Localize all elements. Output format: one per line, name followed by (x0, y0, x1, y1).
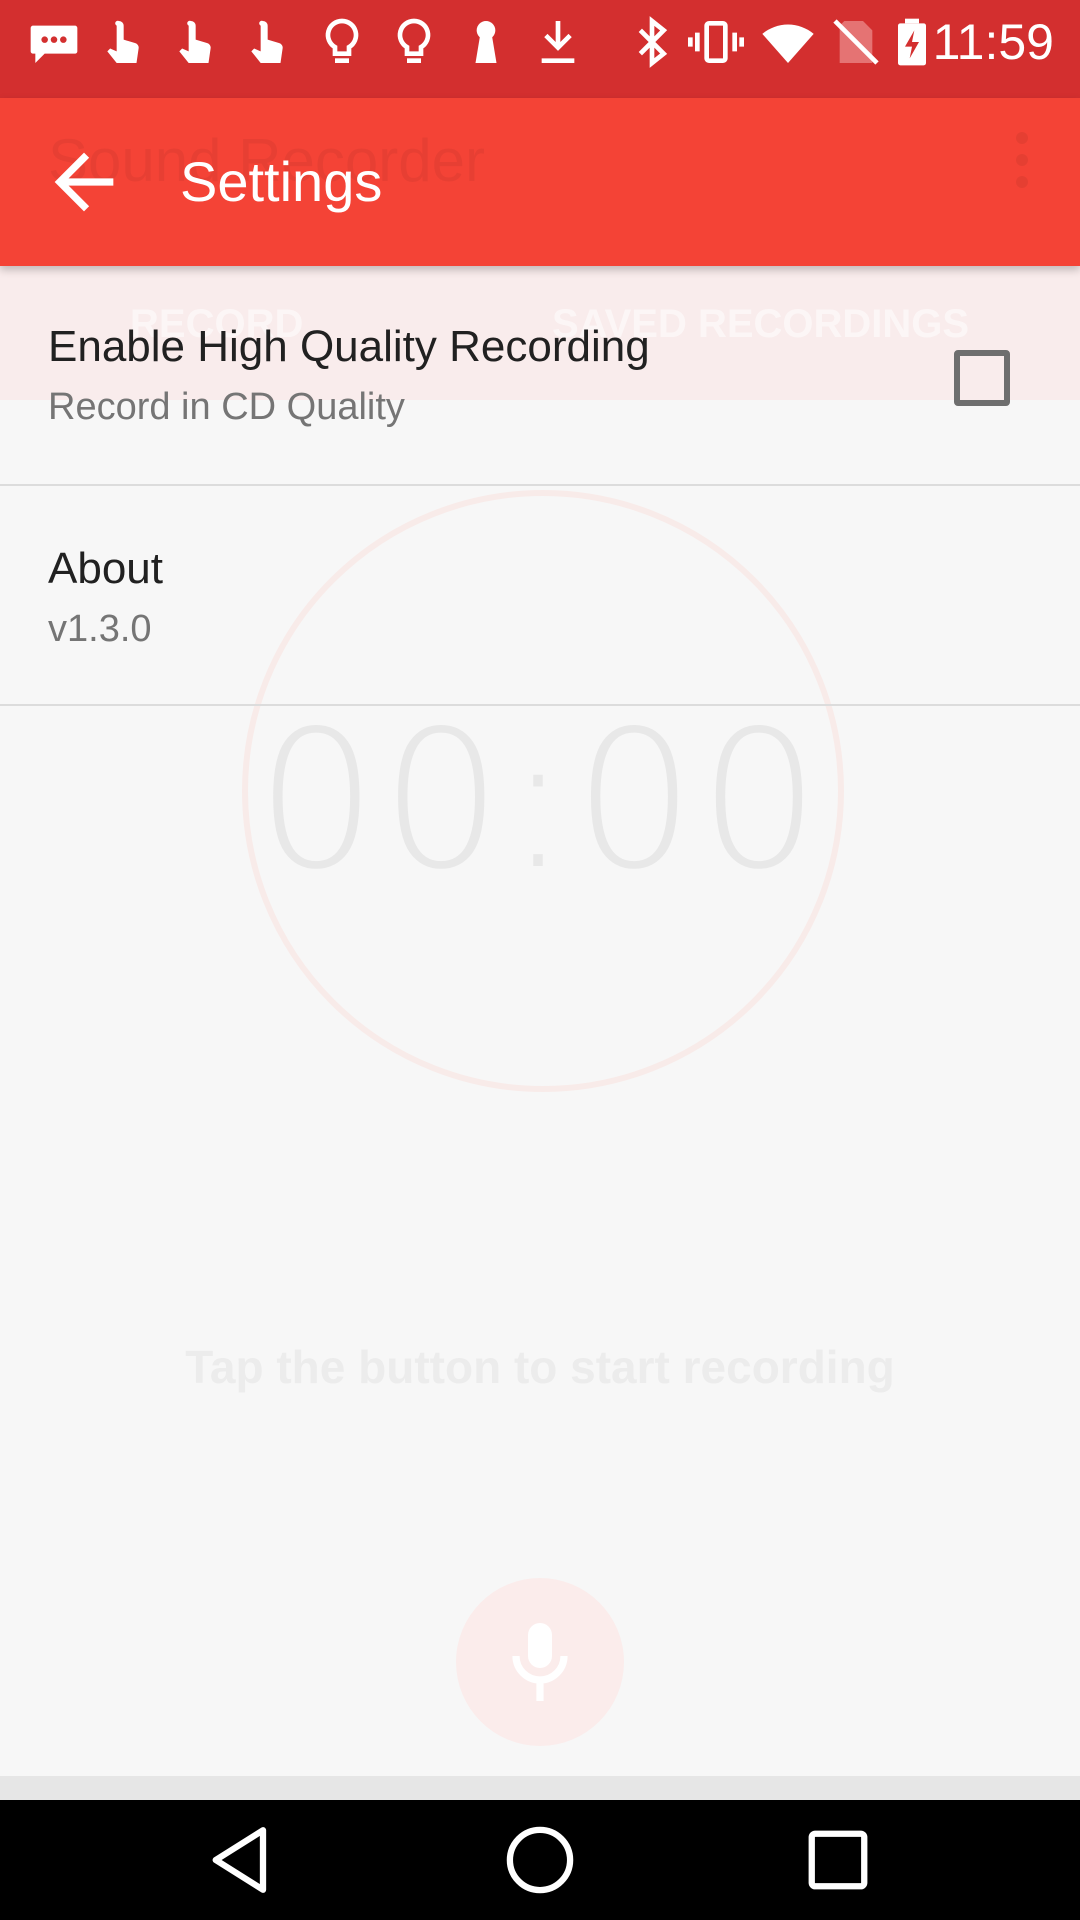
status-bar-clock: 11:59 (932, 14, 1054, 70)
pref-high-quality-title: Enable High Quality Recording (48, 322, 650, 371)
app-toolbar: Sound Recorder Settings (0, 98, 1080, 266)
touch-app-icon (98, 14, 154, 70)
square-recents-icon (808, 1830, 868, 1890)
navigation-bar (0, 1800, 1080, 1920)
pref-about[interactable]: About v1.3.0 (0, 486, 1080, 704)
pref-high-quality-recording[interactable]: Enable High Quality Recording Record in … (0, 266, 1080, 484)
touch-app-icon (242, 14, 298, 70)
nav-back-button[interactable] (200, 1818, 284, 1902)
pref-high-quality-summary: Record in CD Quality (48, 386, 405, 428)
microphone-icon (512, 1623, 568, 1701)
arrow-back-icon (54, 152, 114, 212)
touch-app-icon (170, 14, 226, 70)
high-quality-checkbox[interactable] (954, 350, 1010, 406)
nav-home-button[interactable] (498, 1818, 582, 1902)
circle-home-icon (506, 1826, 574, 1894)
status-bar: 11:59 (0, 0, 1080, 98)
page-title: Settings (180, 150, 383, 213)
background-overflow-menu-icon (1016, 132, 1030, 198)
keyhole-icon (458, 14, 514, 70)
sms-notification-icon (26, 14, 82, 70)
bottom-strip (0, 1776, 1080, 1800)
download-icon (530, 14, 586, 70)
pref-about-title: About (48, 544, 163, 593)
no-sim-icon (828, 14, 884, 70)
background-record-button (456, 1578, 624, 1746)
background-hint: Tap the button to start recording (185, 1341, 895, 1393)
bluetooth-icon (624, 14, 680, 70)
pref-about-version: v1.3.0 (48, 608, 152, 650)
lightbulb-icon (386, 14, 442, 70)
nav-recents-button[interactable] (796, 1818, 880, 1902)
background-timer: 00:00 (256, 690, 824, 911)
vibrate-icon (688, 14, 744, 70)
back-button[interactable] (40, 138, 128, 226)
lightbulb-icon (314, 14, 370, 70)
divider (0, 704, 1080, 706)
wifi-icon (760, 14, 816, 70)
triangle-back-icon (212, 1827, 267, 1893)
